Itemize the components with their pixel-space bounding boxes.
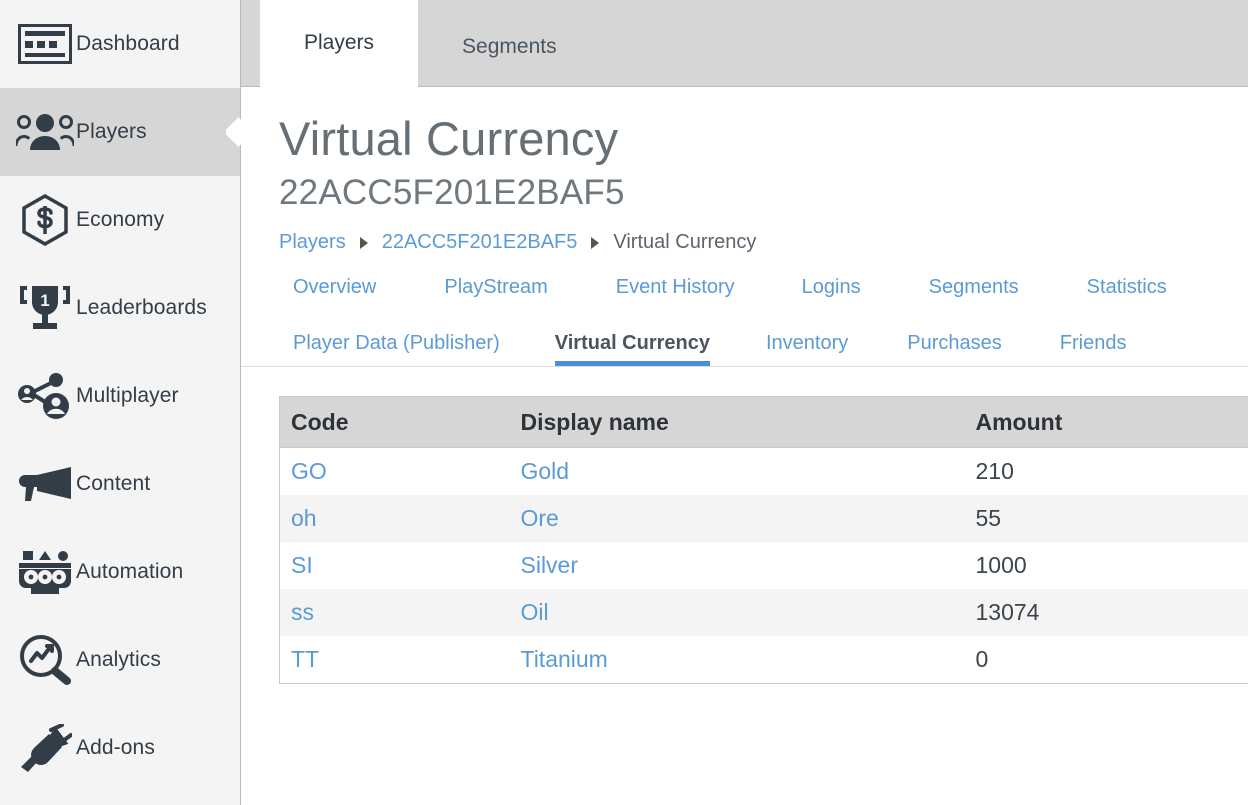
multiplayer-icon — [14, 370, 76, 422]
cell-code: oh — [280, 495, 510, 542]
tab-label: Players — [304, 31, 374, 55]
column-header-amount[interactable]: Amount — [965, 397, 1248, 448]
table-body: GO Gold 210 oh Ore 55 SI Silver 1000 — [280, 448, 1248, 684]
cell-code: GO — [280, 448, 510, 496]
cell-code: ss — [280, 589, 510, 636]
top-tab-bar: Players Segments — [241, 0, 1248, 87]
virtual-currency-table-wrap: Code Display name Amount GO Gold 210 oh — [279, 396, 1248, 684]
sidebar-item-content[interactable]: Content — [0, 440, 240, 528]
sidebar-item-label: Multiplayer — [76, 384, 179, 408]
analytics-icon — [14, 634, 76, 686]
sidebar-item-players[interactable]: Players — [0, 88, 240, 176]
subnav-link-logins[interactable]: Logins — [802, 276, 861, 310]
currency-name-link[interactable]: Titanium — [521, 646, 608, 672]
chevron-right-icon — [591, 237, 599, 249]
cell-amount: 55 — [965, 495, 1248, 542]
automation-icon — [14, 546, 76, 598]
sidebar-item-label: Players — [76, 120, 147, 144]
cell-display-name: Ore — [510, 495, 965, 542]
cell-amount: 210 — [965, 448, 1248, 496]
table-header-row: Code Display name Amount — [280, 397, 1248, 448]
cell-amount: 0 — [965, 636, 1248, 684]
content-area: Players Segments Virtual Currency 22ACC5… — [241, 0, 1248, 805]
tab-label: Segments — [462, 35, 557, 59]
app-root: Dashboard Players — [0, 0, 1248, 805]
subnav-link-segments[interactable]: Segments — [929, 276, 1019, 310]
page-body: Virtual Currency 22ACC5F201E2BAF5 Player… — [241, 114, 1248, 684]
cell-display-name: Oil — [510, 589, 965, 636]
column-header-code[interactable]: Code — [280, 397, 510, 448]
currency-name-link[interactable]: Gold — [521, 458, 570, 484]
sidebar-item-label: Add-ons — [76, 736, 155, 760]
subnav-link-player-data-publisher[interactable]: Player Data (Publisher) — [293, 332, 500, 366]
players-icon — [14, 106, 76, 158]
sidebar-item-analytics[interactable]: Analytics — [0, 616, 240, 704]
currency-name-link[interactable]: Silver — [521, 552, 579, 578]
subnav-link-inventory[interactable]: Inventory — [766, 332, 848, 366]
cell-amount: 1000 — [965, 542, 1248, 589]
column-header-display-name[interactable]: Display name — [510, 397, 965, 448]
cell-amount: 13074 — [965, 589, 1248, 636]
table-row[interactable]: TT Titanium 0 — [280, 636, 1248, 684]
sidebar-item-economy[interactable]: Economy — [0, 176, 240, 264]
currency-code-link[interactable]: GO — [291, 458, 327, 484]
cell-code: SI — [280, 542, 510, 589]
page-subtitle: 22ACC5F201E2BAF5 — [279, 175, 1248, 212]
currency-code-link[interactable]: SI — [291, 552, 313, 578]
sidebar-item-dashboard[interactable]: Dashboard — [0, 0, 240, 88]
table-row[interactable]: ss Oil 13074 — [280, 589, 1248, 636]
sidebar-item-label: Dashboard — [76, 32, 180, 56]
trophy-icon: 1 — [14, 282, 76, 334]
subnav-row-secondary: Player Data (Publisher) Virtual Currency… — [279, 332, 1248, 366]
subnav-link-playstream[interactable]: PlayStream — [444, 276, 547, 310]
svg-text:1: 1 — [40, 291, 49, 310]
active-indicator-notch — [226, 117, 241, 147]
currency-code-link[interactable]: TT — [291, 646, 319, 672]
virtual-currency-table: Code Display name Amount GO Gold 210 oh — [279, 396, 1248, 684]
plug-icon — [14, 722, 76, 774]
tab-segments[interactable]: Segments — [418, 8, 601, 86]
sidebar-item-label: Automation — [76, 560, 183, 584]
breadcrumb-item-player-id[interactable]: 22ACC5F201E2BAF5 — [382, 231, 578, 254]
breadcrumb-item-players[interactable]: Players — [279, 231, 346, 254]
megaphone-icon — [14, 458, 76, 510]
cell-code: TT — [280, 636, 510, 684]
sidebar-item-label: Economy — [76, 208, 164, 232]
subnav-link-purchases[interactable]: Purchases — [907, 332, 1002, 366]
subnav-row-primary: Overview PlayStream Event History Logins… — [279, 276, 1248, 310]
page-title: Virtual Currency — [279, 114, 1248, 163]
content-divider — [241, 366, 1248, 367]
chevron-right-icon — [360, 237, 368, 249]
tab-players[interactable]: Players — [260, 0, 418, 87]
currency-code-link[interactable]: ss — [291, 599, 314, 625]
currency-name-link[interactable]: Ore — [521, 505, 559, 531]
breadcrumb-item-current: Virtual Currency — [613, 231, 756, 254]
cell-display-name: Silver — [510, 542, 965, 589]
sidebar-item-label: Content — [76, 472, 150, 496]
subnav-link-event-history[interactable]: Event History — [616, 276, 735, 310]
subnav-link-virtual-currency[interactable]: Virtual Currency — [555, 332, 710, 366]
sidebar-item-add-ons[interactable]: Add-ons — [0, 704, 240, 792]
table-header: Code Display name Amount — [280, 397, 1248, 448]
table-row[interactable]: oh Ore 55 — [280, 495, 1248, 542]
sidebar-item-label: Leaderboards — [76, 296, 207, 320]
economy-icon — [14, 194, 76, 246]
sidebar-item-automation[interactable]: Automation — [0, 528, 240, 616]
sidebar: Dashboard Players — [0, 0, 241, 805]
subnav-link-statistics[interactable]: Statistics — [1087, 276, 1167, 310]
table-row[interactable]: SI Silver 1000 — [280, 542, 1248, 589]
dashboard-icon — [14, 18, 76, 70]
sidebar-item-leaderboards[interactable]: 1 Leaderboards — [0, 264, 240, 352]
sidebar-item-label: Analytics — [76, 648, 161, 672]
sidebar-item-multiplayer[interactable]: Multiplayer — [0, 352, 240, 440]
breadcrumb: Players 22ACC5F201E2BAF5 Virtual Currenc… — [279, 231, 1248, 254]
subnav-link-friends[interactable]: Friends — [1060, 332, 1127, 366]
cell-display-name: Titanium — [510, 636, 965, 684]
table-row[interactable]: GO Gold 210 — [280, 448, 1248, 496]
currency-code-link[interactable]: oh — [291, 505, 317, 531]
cell-display-name: Gold — [510, 448, 965, 496]
currency-name-link[interactable]: Oil — [521, 599, 549, 625]
subnav-link-overview[interactable]: Overview — [293, 276, 376, 310]
